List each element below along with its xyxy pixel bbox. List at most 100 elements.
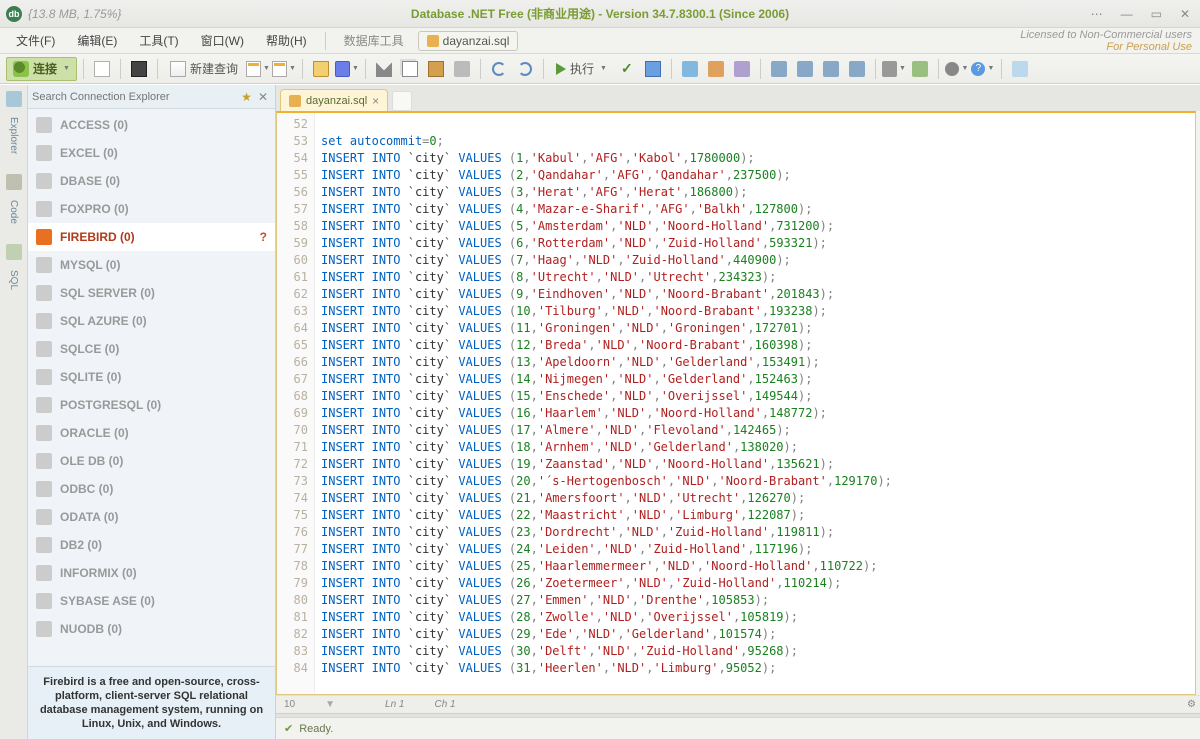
connection-item[interactable]: SQL AZURE (0) bbox=[28, 307, 275, 335]
connection-item[interactable]: SQLITE (0) bbox=[28, 363, 275, 391]
cut-button[interactable] bbox=[372, 57, 396, 81]
new-query-button[interactable]: 新建查询 bbox=[164, 57, 244, 81]
panel-toggle-button[interactable] bbox=[1008, 57, 1032, 81]
connection-item[interactable]: OLE DB (0) bbox=[28, 447, 275, 475]
connection-label: INFORMIX (0) bbox=[60, 566, 137, 580]
menu-database-tools[interactable]: 数据库工具 bbox=[336, 29, 412, 52]
connection-item[interactable]: SYBASE ASE (0) bbox=[28, 587, 275, 615]
connection-item[interactable]: EXCEL (0) bbox=[28, 139, 275, 167]
settings-button[interactable]: ▼ bbox=[945, 57, 969, 81]
editor-footer: 10 ▼ Ln 1 Ch 1 ⚙ bbox=[276, 695, 1200, 713]
code-content[interactable]: set autocommit=0; INSERT INTO `city` VAL… bbox=[315, 113, 1195, 694]
menu-edit[interactable]: 编辑(E) bbox=[69, 29, 125, 52]
refresh-button[interactable] bbox=[90, 57, 114, 81]
close-panel-icon[interactable]: ✕ bbox=[255, 90, 271, 104]
separator bbox=[83, 59, 84, 79]
maximize-button[interactable]: ▭ bbox=[1147, 5, 1166, 23]
open-file-tab[interactable]: dayanzai.sql bbox=[418, 31, 519, 51]
db-icon bbox=[36, 621, 52, 637]
menubar: 文件(F) 编辑(E) 工具(T) 窗口(W) 帮助(H) 数据库工具 daya… bbox=[0, 28, 1200, 54]
undo-button[interactable] bbox=[487, 57, 511, 81]
connection-item[interactable]: ODATA (0) bbox=[28, 503, 275, 531]
tool-c-button[interactable] bbox=[730, 57, 754, 81]
footer-gear-icon[interactable]: ⚙ bbox=[1187, 699, 1196, 710]
tool-b-button[interactable] bbox=[704, 57, 728, 81]
status-text: Ready. bbox=[299, 723, 333, 735]
new-tab-button[interactable] bbox=[392, 91, 412, 111]
connection-item[interactable]: FIREBIRD (0)? bbox=[28, 223, 275, 251]
explorer-search-input[interactable] bbox=[32, 91, 238, 103]
connection-label: DB2 (0) bbox=[60, 538, 102, 552]
db-icon bbox=[36, 257, 52, 273]
sql-tab[interactable]: SQL bbox=[8, 266, 19, 294]
db-icon bbox=[36, 593, 52, 609]
menu-window[interactable]: 窗口(W) bbox=[193, 29, 252, 52]
table-icon bbox=[272, 61, 287, 77]
print-button[interactable]: ▼ bbox=[882, 57, 906, 81]
sql-tab-icon[interactable] bbox=[6, 244, 22, 260]
minimize-button[interactable]: — bbox=[1117, 5, 1137, 23]
connection-description: Firebird is a free and open-source, cros… bbox=[28, 666, 275, 739]
explorer-tab[interactable]: Explorer bbox=[8, 113, 19, 158]
execute-button[interactable]: 执行▼ bbox=[550, 57, 613, 81]
connection-label: FIREBIRD (0) bbox=[60, 230, 135, 244]
darkmode-button[interactable] bbox=[127, 57, 151, 81]
comment-button[interactable] bbox=[819, 57, 843, 81]
copy-button[interactable] bbox=[398, 57, 422, 81]
open-icon bbox=[313, 61, 329, 77]
db-icon bbox=[36, 369, 52, 385]
connection-item[interactable]: SQLCE (0) bbox=[28, 335, 275, 363]
memory-indicator: {13.8 MB, 1.75%} bbox=[28, 7, 121, 21]
connection-item[interactable]: INFORMIX (0) bbox=[28, 559, 275, 587]
connection-item[interactable]: SQL SERVER (0) bbox=[28, 279, 275, 307]
uncomment-button[interactable] bbox=[845, 57, 869, 81]
connection-item[interactable]: DBASE (0) bbox=[28, 167, 275, 195]
code-editor[interactable]: 52 53 54 55 56 57 58 59 60 61 62 63 64 6… bbox=[276, 111, 1196, 695]
menu-file[interactable]: 文件(F) bbox=[8, 29, 63, 52]
indent-left-button[interactable] bbox=[767, 57, 791, 81]
connection-item[interactable]: NUODB (0) bbox=[28, 615, 275, 643]
db-icon bbox=[36, 453, 52, 469]
connection-item[interactable]: ACCESS (0) bbox=[28, 111, 275, 139]
check-icon: ✓ bbox=[621, 60, 633, 77]
connection-item[interactable]: ODBC (0) bbox=[28, 475, 275, 503]
delete-button[interactable] bbox=[450, 57, 474, 81]
menu-help[interactable]: 帮助(H) bbox=[258, 29, 315, 52]
explorer-tab-icon[interactable] bbox=[6, 91, 22, 107]
pin-icon[interactable]: ★ bbox=[238, 90, 255, 104]
editor-tab[interactable]: dayanzai.sql × bbox=[280, 89, 388, 111]
main-area: Explorer Code SQL ★ ✕ ACCESS (0) EXCEL (0… bbox=[0, 84, 1200, 739]
editor-tab-label: dayanzai.sql bbox=[306, 95, 367, 107]
menu-tools[interactable]: 工具(T) bbox=[131, 29, 186, 52]
connect-button[interactable]: 连接 ▼ bbox=[6, 57, 77, 81]
open-button[interactable] bbox=[309, 57, 333, 81]
help-marker[interactable]: ? bbox=[260, 230, 267, 244]
close-tab-icon[interactable]: × bbox=[372, 94, 379, 108]
connection-label: ACCESS (0) bbox=[60, 118, 128, 132]
paste-button[interactable] bbox=[424, 57, 448, 81]
connection-item[interactable]: DB2 (0) bbox=[28, 531, 275, 559]
script-button[interactable]: ▼ bbox=[246, 57, 270, 81]
connection-item[interactable]: FOXPRO (0) bbox=[28, 195, 275, 223]
code-tab-icon[interactable] bbox=[6, 174, 22, 190]
tool-a-button[interactable] bbox=[678, 57, 702, 81]
export-button[interactable] bbox=[908, 57, 932, 81]
indent-right-button[interactable] bbox=[793, 57, 817, 81]
results-grid-button[interactable] bbox=[641, 57, 665, 81]
connection-label: SQLITE (0) bbox=[60, 370, 121, 384]
zoom-level[interactable]: 10 bbox=[284, 699, 295, 710]
connection-item[interactable]: MYSQL (0) bbox=[28, 251, 275, 279]
table-button[interactable]: ▼ bbox=[272, 57, 296, 81]
code-tab[interactable]: Code bbox=[8, 196, 19, 228]
connection-item[interactable]: POSTGRESQL (0) bbox=[28, 391, 275, 419]
connection-item[interactable]: ORACLE (0) bbox=[28, 419, 275, 447]
connection-list[interactable]: ACCESS (0)EXCEL (0)DBASE (0)FOXPRO (0)FI… bbox=[28, 109, 275, 666]
redo-button[interactable] bbox=[513, 57, 537, 81]
validate-button[interactable]: ✓ bbox=[615, 57, 639, 81]
connection-explorer: ★ ✕ ACCESS (0) EXCEL (0)DBASE (0)FOXPRO (… bbox=[28, 85, 276, 739]
drop-icon[interactable]: ⋯ bbox=[1087, 5, 1107, 23]
db-icon bbox=[36, 173, 52, 189]
save-button[interactable]: ▼ bbox=[335, 57, 359, 81]
help-button[interactable]: ?▼ bbox=[971, 57, 995, 81]
close-button[interactable]: ✕ bbox=[1176, 5, 1194, 23]
